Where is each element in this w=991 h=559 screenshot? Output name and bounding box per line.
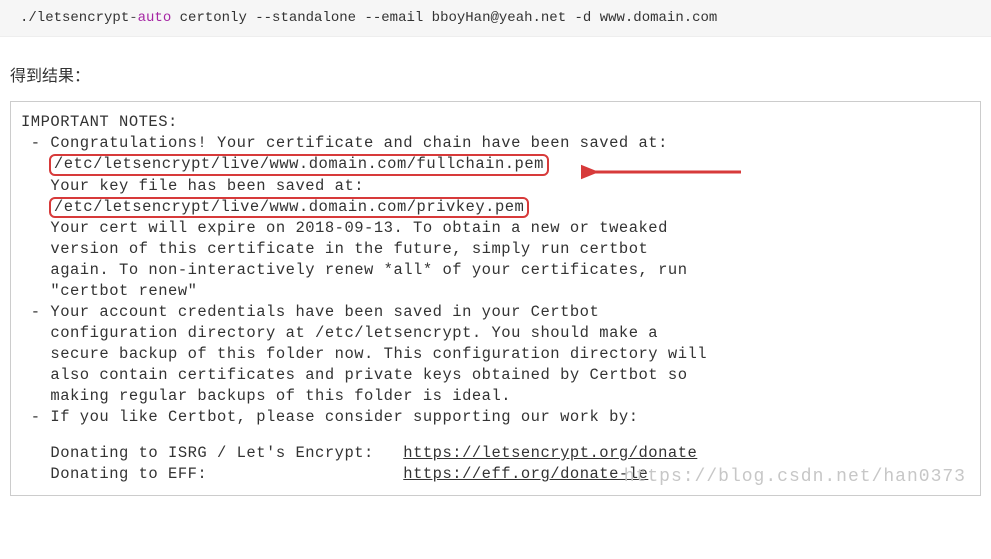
- donate-isrg-link[interactable]: https://letsencrypt.org/donate: [403, 444, 697, 462]
- cmd-dash: -: [129, 10, 137, 26]
- cmd-rest: certonly --standalone --email bboyHan@ye…: [171, 10, 717, 26]
- notes-keysaved: Your key file has been saved at:: [21, 176, 980, 197]
- donate-eff-link[interactable]: https://eff.org/donate-le: [403, 465, 648, 483]
- result-label: 得到结果：: [0, 37, 991, 101]
- notes-expire2: version of this certificate in the futur…: [21, 239, 980, 260]
- donate-isrg-label: Donating to ISRG / Let's Encrypt:: [21, 444, 403, 462]
- cmd-auto: auto: [138, 10, 172, 26]
- notes-expire4: "certbot renew": [21, 281, 980, 302]
- notes-acct1: - Your account credentials have been sav…: [21, 302, 980, 323]
- privkey-path: /etc/letsencrypt/live/www.domain.com/pri…: [49, 197, 529, 219]
- blank-line: [21, 428, 980, 444]
- command-block: ./letsencrypt-auto certonly --standalone…: [0, 0, 991, 37]
- notes-expire3: again. To non-interactively renew *all* …: [21, 260, 980, 281]
- notes-acct2: configuration directory at /etc/letsencr…: [21, 323, 980, 344]
- notes-header: IMPORTANT NOTES:: [21, 112, 980, 133]
- donate-isrg-line: Donating to ISRG / Let's Encrypt: https:…: [21, 443, 980, 464]
- notes-acct4: also contain certificates and private ke…: [21, 365, 980, 386]
- cmd-prefix: ./letsencrypt: [20, 10, 129, 26]
- notes-congrats: - Congratulations! Your certificate and …: [21, 133, 980, 154]
- fullchain-path: /etc/letsencrypt/live/www.domain.com/ful…: [49, 154, 549, 176]
- terminal-output: IMPORTANT NOTES: - Congratulations! Your…: [10, 101, 981, 496]
- notes-support: - If you like Certbot, please consider s…: [21, 407, 980, 428]
- notes-acct5: making regular backups of this folder is…: [21, 386, 980, 407]
- notes-expire1: Your cert will expire on 2018-09-13. To …: [21, 218, 980, 239]
- donate-eff-label: Donating to EFF:: [21, 465, 403, 483]
- donate-eff-line: Donating to EFF: https://eff.org/donate-…: [21, 464, 980, 485]
- notes-acct3: secure backup of this folder now. This c…: [21, 344, 980, 365]
